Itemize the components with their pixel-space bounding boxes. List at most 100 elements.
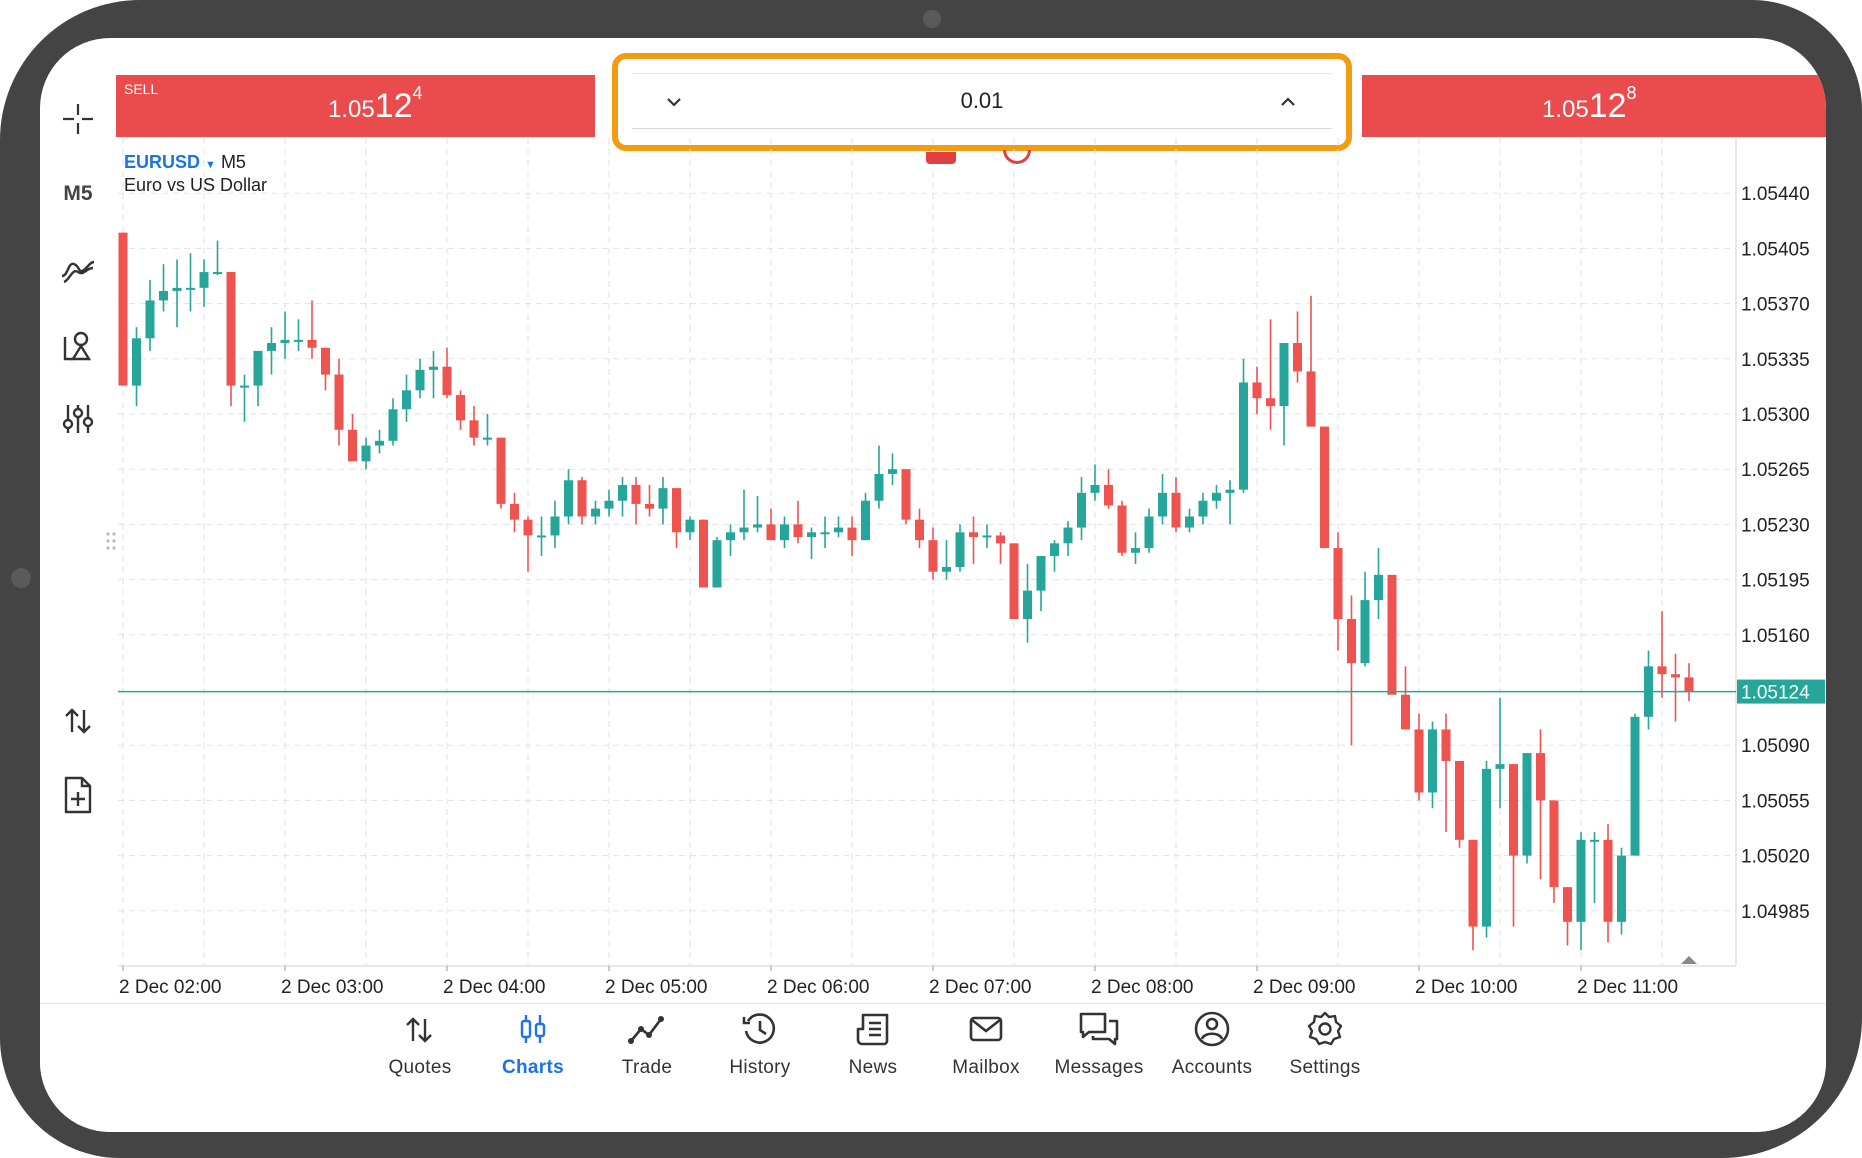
quotes-icon (406, 1017, 432, 1043)
objects-button[interactable] (50, 321, 106, 371)
candle-body (1495, 764, 1505, 769)
candle-body (874, 473, 884, 501)
candle-body (1455, 760, 1464, 840)
trade-arrows-button[interactable] (50, 696, 106, 746)
crosshair-button[interactable] (50, 94, 106, 144)
candle-body (1306, 371, 1316, 427)
nav-settings[interactable]: Settings (1270, 1009, 1380, 1099)
candle-body (1036, 555, 1046, 591)
candle-body (969, 532, 978, 538)
x-tick-label: 2 Dec 07:00 (929, 977, 1031, 998)
candle-body (429, 366, 438, 370)
candle-body (1374, 574, 1383, 601)
history-icon (742, 1013, 776, 1044)
nav-quotes[interactable]: Quotes (365, 1009, 475, 1099)
candle-body (550, 516, 560, 536)
candle-body (1185, 516, 1194, 528)
candle-body (753, 524, 762, 528)
candle-body (645, 503, 654, 509)
symbol-dropdown-icon: ▼ (205, 159, 216, 171)
candle-body (1603, 839, 1613, 922)
chart-settings-button[interactable] (50, 394, 106, 444)
candle-body (712, 540, 722, 588)
crosshair-icon (63, 104, 93, 134)
x-tick-label: 2 Dec 05:00 (605, 977, 707, 998)
candle-body (1117, 505, 1127, 553)
symbol-name: EURUSD (124, 152, 201, 172)
nav-label: Mailbox (952, 1057, 1020, 1078)
nav-accounts[interactable]: Accounts (1157, 1009, 1267, 1099)
candle-body (807, 532, 816, 538)
x-tick-label: 2 Dec 10:00 (1415, 977, 1517, 998)
y-tick-label: 1.05265 (1741, 460, 1810, 481)
candle-body (901, 469, 911, 520)
candle-body (847, 527, 857, 541)
new-order-button[interactable] (50, 770, 106, 820)
candle-body (685, 519, 695, 533)
candle-body (388, 409, 398, 441)
indicators-button[interactable] (50, 244, 106, 294)
candle-body (1050, 543, 1059, 556)
candle-body (955, 532, 965, 567)
candle-body (213, 272, 222, 275)
candle-body (928, 540, 938, 572)
candle-body (618, 484, 627, 501)
y-tick-label: 1.05195 (1741, 571, 1810, 592)
candle-body (1630, 716, 1640, 856)
candle-body (145, 300, 155, 339)
candle-body (240, 385, 249, 388)
candle-body (780, 524, 789, 541)
settings-icon (1307, 1011, 1343, 1046)
nav-mailbox[interactable]: Mailbox (931, 1009, 1041, 1099)
candle-body (1239, 382, 1248, 490)
candle-body (1144, 516, 1154, 549)
news-icon (856, 1013, 889, 1046)
y-tick-label: 1.05090 (1741, 736, 1810, 757)
candle-body (442, 366, 452, 396)
x-tick-label: 2 Dec 04:00 (443, 977, 545, 998)
candle-body (888, 469, 897, 474)
nav-trade[interactable]: Trade (592, 1009, 702, 1099)
candle-body (1468, 839, 1478, 927)
candle-body (186, 287, 195, 290)
nav-label: Messages (1054, 1057, 1144, 1078)
resize-handle-icon (106, 532, 110, 536)
candle-body (1279, 343, 1289, 407)
candle-body (982, 535, 992, 538)
y-tick-label: 1.05440 (1741, 184, 1810, 205)
candle-body (1482, 768, 1491, 927)
y-tick-label: 1.05020 (1741, 847, 1810, 868)
candle-body (1347, 619, 1356, 664)
candle-body (1563, 887, 1572, 922)
candle-body (1549, 800, 1559, 888)
candle-body (577, 480, 587, 517)
accounts-icon (1194, 1011, 1230, 1047)
nav-news[interactable]: News (818, 1009, 928, 1099)
trade-icon (628, 1016, 664, 1044)
candle-body (1293, 343, 1302, 372)
nav-label: Trade (621, 1057, 673, 1078)
app-screen: SELL 1.05124 1.05128 0.01 1.05440 1.05405… (40, 38, 1826, 1132)
nav-messages[interactable]: Messages (1044, 1009, 1154, 1099)
candle-body (1387, 574, 1397, 695)
candle-body (523, 519, 533, 536)
y-tick-label: 1.05335 (1741, 350, 1810, 371)
price-chart[interactable]: 1.05440 1.05405 1.05370 1.05335 1.05300 1.052… (40, 38, 1826, 998)
x-tick-label: 2 Dec 11:00 (1577, 977, 1678, 998)
candle-body (1576, 839, 1586, 922)
candle-body (1104, 484, 1113, 506)
candle-body (1590, 839, 1599, 842)
candle-body (307, 339, 317, 348)
candle-body (631, 484, 641, 504)
candle-body (1023, 590, 1032, 620)
nav-charts[interactable]: Charts (478, 1009, 588, 1099)
indicator-flag-icon (926, 152, 956, 164)
x-tick-label: 2 Dec 02:00 (119, 977, 221, 998)
candle-body (1063, 527, 1073, 544)
nav-history[interactable]: History (705, 1009, 815, 1099)
nav-label: History (729, 1057, 791, 1078)
chart-symbol[interactable]: EURUSD ▼ M5 (124, 152, 246, 173)
timeframe-button[interactable]: M5 (50, 169, 106, 219)
candle-body (1009, 543, 1019, 620)
y-tick-label: 1.05055 (1741, 791, 1810, 812)
